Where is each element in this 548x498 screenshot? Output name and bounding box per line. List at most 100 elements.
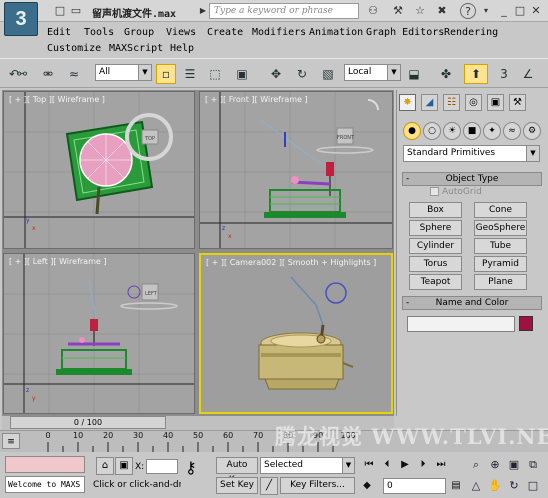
hierarchy-tab-icon[interactable]: ☷: [443, 94, 460, 111]
viewport-top[interactable]: TOP y x [ + ][ Top ][ Wireframe ]: [3, 91, 195, 249]
menu-group[interactable]: Group: [124, 27, 154, 38]
select-link-icon[interactable]: ⚯: [12, 64, 32, 84]
lock-selection-icon[interactable]: ⌂: [96, 457, 114, 475]
object-color-swatch[interactable]: [519, 316, 533, 331]
unlink-icon[interactable]: ⚮: [38, 64, 58, 84]
key-filters-button[interactable]: Key Filters...: [280, 477, 355, 494]
keyboard-shortcut-override-icon[interactable]: ⬆: [464, 64, 488, 84]
pyramid-button[interactable]: Pyramid: [474, 256, 527, 272]
menu-create[interactable]: Create: [207, 27, 243, 38]
object-name-input[interactable]: [407, 316, 515, 332]
orbit-icon[interactable]: ↻: [506, 478, 522, 494]
pivot-center-icon[interactable]: ⬓: [404, 64, 424, 84]
field-of-view-icon[interactable]: △: [468, 478, 484, 494]
viewport-label-camera[interactable]: [ + ][ Camera002 ][ Smooth + Highlights …: [206, 258, 376, 267]
select-by-name-icon[interactable]: ☰: [180, 64, 200, 84]
cameras-icon[interactable]: ■: [463, 122, 481, 140]
app-logo[interactable]: 3: [4, 2, 38, 36]
star-icon[interactable]: ☆: [412, 3, 428, 19]
minimize-icon[interactable]: _: [496, 3, 512, 19]
go-to-start-icon[interactable]: ⏮: [362, 458, 376, 472]
select-manipulate-icon[interactable]: ✤: [436, 64, 456, 84]
absolute-mode-icon[interactable]: ▣: [115, 457, 133, 475]
teapot-button[interactable]: Teapot: [409, 274, 462, 290]
geometry-icon[interactable]: ●: [403, 122, 421, 140]
maximize-viewport-icon[interactable]: □: [525, 478, 541, 494]
menu-customize[interactable]: Customize: [47, 43, 101, 54]
viewport-front[interactable]: FRONT z x [ + ][ Front ][ Wireframe ]: [199, 91, 393, 249]
previous-frame-icon[interactable]: ⏴: [380, 458, 394, 472]
select-object-icon[interactable]: ▫: [156, 64, 176, 84]
auto-key-button[interactable]: Auto Key: [216, 457, 258, 485]
tube-button[interactable]: Tube: [474, 238, 527, 254]
new-file-icon[interactable]: □: [52, 3, 68, 19]
viewport-left[interactable]: LEFT z y [ + ][ Left ][ Wireframe ]: [3, 253, 195, 414]
bind-space-warp-icon[interactable]: ≈: [64, 64, 84, 84]
menu-tools[interactable]: Tools: [84, 27, 114, 38]
zoom-extents-all-icon[interactable]: ⧉: [525, 457, 541, 473]
cylinder-button[interactable]: Cylinder: [409, 238, 462, 254]
utilities-tab-icon[interactable]: ⚒: [509, 94, 526, 111]
help-dropdown-icon[interactable]: ▾: [478, 3, 494, 19]
snaps-toggle-icon[interactable]: 3: [494, 64, 514, 84]
help-icon[interactable]: ?: [460, 3, 476, 19]
key-filter-selection-dropdown[interactable]: Selected ▼: [260, 457, 355, 474]
open-folder-icon[interactable]: ▭: [68, 3, 84, 19]
zoom-extents-icon[interactable]: ▣: [506, 457, 522, 473]
rotate-icon[interactable]: ↻: [292, 64, 312, 84]
viewport-label-top[interactable]: [ + ][ Top ][ Wireframe ]: [9, 95, 105, 104]
display-tab-icon[interactable]: ▣: [487, 94, 504, 111]
move-icon[interactable]: ✥: [266, 64, 286, 84]
viewport-camera[interactable]: [ + ][ Camera002 ][ Smooth + Highlights …: [199, 253, 393, 414]
viewport-label-front[interactable]: [ + ][ Front ][ Wireframe ]: [205, 95, 308, 104]
tools-icon[interactable]: ⚒: [390, 3, 406, 19]
menu-modifiers[interactable]: Modifiers: [252, 27, 306, 38]
search-input[interactable]: Type a keyword or phrase: [209, 3, 359, 19]
cone-button[interactable]: Cone: [474, 202, 527, 218]
time-configuration-icon[interactable]: ▤: [449, 479, 463, 493]
viewport-label-left[interactable]: [ + ][ Left ][ Wireframe ]: [9, 257, 106, 266]
menu-graph-editors[interactable]: Graph Editors: [366, 27, 444, 38]
play-icon[interactable]: ▶: [398, 458, 412, 472]
pan-icon[interactable]: ✋: [487, 478, 503, 494]
go-to-end-icon[interactable]: ⏭: [434, 458, 448, 472]
menu-edit[interactable]: Edit: [47, 27, 71, 38]
mini-curve-editor-icon[interactable]: ≡: [2, 433, 20, 449]
scale-icon[interactable]: ▧: [318, 64, 338, 84]
systems-icon[interactable]: ⚙: [523, 122, 541, 140]
geosphere-button[interactable]: GeoSphere: [474, 220, 527, 236]
maxscript-listener-input[interactable]: [5, 456, 85, 473]
lights-icon[interactable]: ☀: [443, 122, 461, 140]
rectangular-selection-icon[interactable]: ⬚: [205, 64, 225, 84]
create-tab-icon[interactable]: ✸: [399, 94, 416, 111]
key-mode-toggle-icon[interactable]: ◆: [360, 479, 374, 493]
zoom-icon[interactable]: ⌕: [468, 457, 484, 473]
box-button[interactable]: Box: [409, 202, 462, 218]
menu-help[interactable]: Help: [170, 43, 194, 54]
torus-button[interactable]: Torus: [409, 256, 462, 272]
set-key-icon[interactable]: ⚷: [185, 458, 197, 477]
autogrid-checkbox[interactable]: AutoGrid: [430, 187, 482, 197]
menu-rendering[interactable]: Rendering: [444, 27, 498, 38]
time-slider-thumb[interactable]: 0 / 100: [10, 416, 166, 429]
shapes-icon[interactable]: ○: [423, 122, 441, 140]
space-warps-icon[interactable]: ≈: [503, 122, 521, 140]
modify-tab-icon[interactable]: ◢: [421, 94, 438, 111]
menu-animation[interactable]: Animation: [309, 27, 363, 38]
x-coordinate-input[interactable]: [146, 459, 178, 474]
helpers-icon[interactable]: ✦: [483, 122, 501, 140]
zoom-all-icon[interactable]: ⊕: [487, 457, 503, 473]
category-dropdown[interactable]: Standard Primitives ▼: [403, 145, 540, 162]
current-frame-input[interactable]: 0: [383, 478, 446, 494]
maxscript-listener-output[interactable]: Welcome to MAXS: [5, 476, 85, 493]
next-frame-icon[interactable]: ⏵: [416, 458, 430, 472]
selection-filter-dropdown[interactable]: All ▼: [95, 64, 152, 81]
reference-coordinate-dropdown[interactable]: Local ▼: [344, 64, 401, 81]
sphere-button[interactable]: Sphere: [409, 220, 462, 236]
set-key-button[interactable]: Set Key: [216, 477, 258, 494]
menu-maxscript[interactable]: MAXScript: [109, 43, 163, 54]
maximize-icon[interactable]: □: [512, 3, 528, 19]
window-crossing-icon[interactable]: ▣: [232, 64, 252, 84]
motion-tab-icon[interactable]: ◎: [465, 94, 482, 111]
search-binoculars-icon[interactable]: ⚇: [365, 3, 381, 19]
